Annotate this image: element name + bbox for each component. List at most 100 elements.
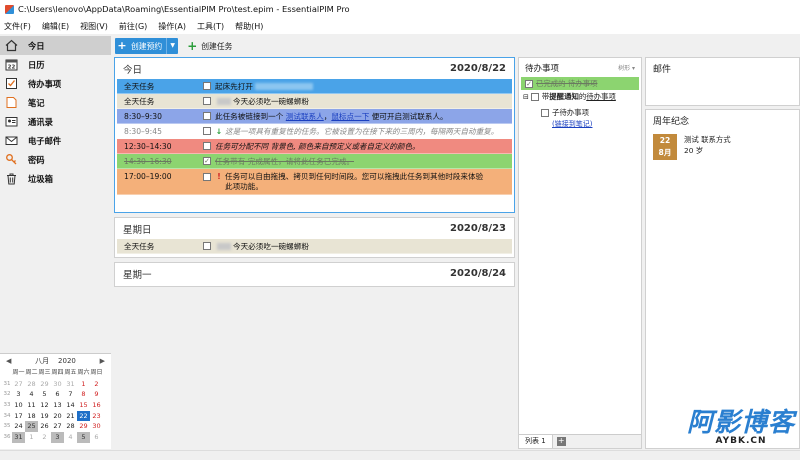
sidebar-item-passwords[interactable]: 密码 [0, 150, 111, 169]
chevron-down-icon[interactable]: ▼ [166, 38, 178, 54]
prev-month-icon[interactable]: ◀ [6, 357, 11, 365]
menu-tools[interactable]: 工具(T) [197, 21, 224, 32]
menu-file[interactable]: 文件(F) [4, 21, 31, 32]
calendar-day[interactable]: 31 [12, 432, 25, 443]
todo-checkbox[interactable] [530, 92, 539, 101]
sidebar-item-calendar[interactable]: 22 日历 [0, 55, 111, 74]
event-text: 今天必须吃一碗螺蛳粉 [233, 241, 309, 251]
event-checkbox[interactable] [203, 127, 211, 135]
event-row[interactable]: 8:30–9:30 此任务被链接到一个 测试联系人，鼠标点一下 便可开启测试联系… [117, 109, 512, 124]
calendar-day[interactable]: 5 [38, 389, 51, 400]
event-checkbox[interactable] [203, 142, 211, 150]
todo-view-dropdown[interactable]: 树形 ▾ [618, 63, 635, 72]
calendar-day[interactable]: 9 [90, 389, 103, 400]
todo-subitem[interactable]: 子待办事项 [519, 106, 641, 119]
calendar-day[interactable]: 8 [77, 389, 90, 400]
event-checkbox[interactable] [203, 112, 211, 120]
calendar-day[interactable]: 25 [25, 421, 38, 433]
calendar-day[interactable]: 29 [38, 379, 51, 390]
event-checkbox[interactable] [203, 82, 211, 90]
event-checkbox-checked[interactable]: ✓ [203, 157, 211, 165]
new-appointment-button[interactable]: + 创建预约 ▼ [115, 38, 179, 54]
calendar-day[interactable]: 7 [64, 389, 77, 400]
event-checkbox[interactable] [203, 242, 211, 250]
calendar-day[interactable]: 6 [51, 389, 64, 400]
calendar-day[interactable]: 18 [25, 411, 38, 422]
calendar-day[interactable]: 30 [90, 421, 103, 432]
calendar-day[interactable]: 11 [25, 400, 38, 411]
click-link[interactable]: 鼠标点一下 [331, 112, 369, 121]
event-row[interactable]: 全天任务 今天必须吃一碗螺蛳粉 [117, 239, 512, 254]
menu-go[interactable]: 前往(G) [119, 21, 147, 32]
todo-item[interactable]: ⊟ 带 提醒通知 的 待办事项 [519, 90, 641, 103]
event-row[interactable]: 8:30–9:45 ↓ 这是一项具有重复性的任务。它被设置为在接下来的三周内，每… [117, 124, 512, 139]
sidebar-item-today[interactable]: 今日 [0, 36, 111, 55]
menu-view[interactable]: 视图(V) [80, 21, 108, 32]
calendar-day[interactable]: 4 [64, 432, 77, 443]
sidebar-item-email[interactable]: 电子邮件 [0, 131, 111, 150]
calendar-day[interactable]: 15 [77, 400, 90, 411]
calendar-day[interactable]: 29 [77, 421, 90, 432]
calendar-month[interactable]: 八月 [35, 357, 49, 365]
contact-link[interactable]: 测试联系人 [286, 112, 324, 121]
calendar-day[interactable]: 23 [90, 411, 103, 422]
calendar-day-today[interactable]: 22 [77, 410, 90, 422]
calendar-day[interactable]: 13 [51, 400, 64, 411]
sidebar-item-trash[interactable]: 垃圾箱 [0, 169, 111, 188]
calendar-day[interactable]: 5 [77, 432, 90, 443]
collapse-icon[interactable]: ⊟ [523, 93, 529, 101]
event-row[interactable]: 全天任务 今天必须吃一碗螺蛳粉 [117, 94, 512, 109]
note-link[interactable]: (链接到笔记) [552, 119, 592, 129]
sidebar-item-notes[interactable]: 笔记 [0, 93, 111, 112]
new-task-button[interactable]: + 创建任务 [187, 39, 232, 53]
event-checkbox[interactable] [203, 173, 211, 181]
calendar-day[interactable]: 26 [38, 421, 51, 432]
event-checkbox[interactable] [203, 97, 211, 105]
calendar-day[interactable]: 30 [51, 379, 64, 390]
todo-checkbox[interactable] [541, 108, 549, 117]
sidebar-item-todo[interactable]: 待办事项 [0, 74, 111, 93]
todo-checkbox-checked[interactable]: ✓ [525, 79, 533, 88]
calendar-day[interactable]: 1 [25, 432, 38, 443]
calendar-day[interactable]: 2 [90, 379, 103, 390]
calendar-day[interactable]: 16 [90, 400, 103, 411]
notes-icon [4, 96, 18, 110]
calendar-day[interactable]: 28 [64, 421, 77, 432]
event-row[interactable]: 12:30–14:30 任务可分配不同 背景色, 颜色来自预定义或者自定义的颜色… [117, 139, 512, 154]
calendar-day[interactable]: 28 [25, 379, 38, 390]
calendar-day[interactable]: 6 [90, 432, 103, 443]
todo-link[interactable]: 待办事项 [586, 91, 616, 102]
calendar-day[interactable]: 12 [38, 400, 51, 411]
calendar-day[interactable]: 24 [12, 421, 25, 432]
calendar-day[interactable]: 4 [25, 389, 38, 400]
next-month-icon[interactable]: ▶ [100, 357, 105, 365]
event-row[interactable]: 17:00–19:00 ! 任务可以自由拖拽、拷贝到任何时间段。您可以拖拽此任务… [117, 169, 512, 195]
anniversary-item[interactable]: 22 8月 测试 联系方式 20 岁 [646, 134, 799, 160]
calendar-day[interactable]: 1 [77, 379, 90, 390]
calendar-day[interactable]: 14 [64, 400, 77, 411]
calendar-day[interactable]: 19 [38, 411, 51, 422]
tab-list-1[interactable]: 列表 1 [519, 435, 553, 448]
calendar-day[interactable]: 3 [12, 389, 25, 400]
event-row[interactable]: 全天任务 起床先打开 [117, 79, 512, 94]
event-row[interactable]: 14:30–16:30 ✓ 任务带有 完成属性，请将此任务已完成。 [117, 154, 512, 169]
sidebar-item-contacts[interactable]: 通讯录 [0, 112, 111, 131]
menu-help[interactable]: 帮助(H) [235, 21, 263, 32]
calendar-year[interactable]: 2020 [58, 357, 76, 365]
calendar-day[interactable]: 20 [51, 411, 64, 422]
calendar-day[interactable]: 27 [12, 379, 25, 390]
todo-item[interactable]: ✓ 已完成的 待办事项 [521, 77, 639, 90]
calendar-day[interactable]: 3 [51, 432, 64, 443]
calendar-day[interactable]: 17 [12, 411, 25, 422]
menu-action[interactable]: 操作(A) [158, 21, 186, 32]
key-icon [4, 153, 18, 167]
calendar-day[interactable]: 2 [38, 432, 51, 443]
redacted-text [217, 243, 231, 250]
calendar-day[interactable]: 31 [64, 379, 77, 390]
calendar-day[interactable]: 27 [51, 421, 64, 432]
calendar-day[interactable]: 10 [12, 400, 25, 411]
add-tab-icon[interactable]: + [556, 437, 566, 446]
calendar-day[interactable]: 21 [64, 411, 77, 422]
todo-subitem-link[interactable]: (链接到笔记) [519, 119, 641, 129]
menu-edit[interactable]: 编辑(E) [42, 21, 69, 32]
